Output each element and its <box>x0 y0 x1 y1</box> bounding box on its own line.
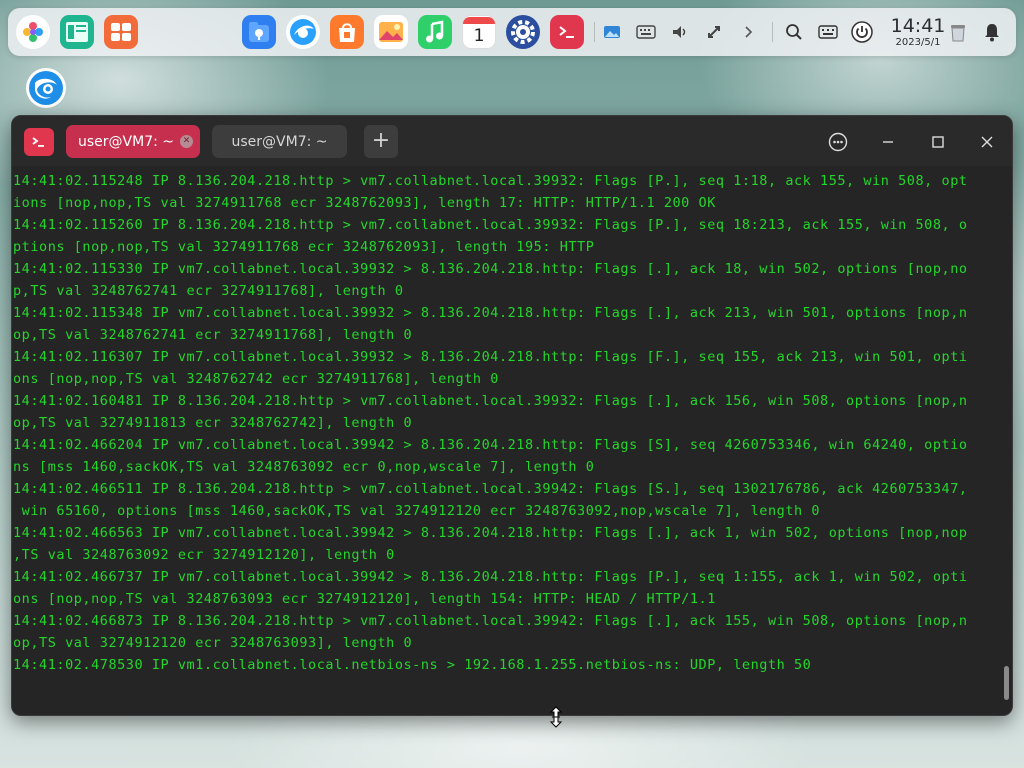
more-options-icon[interactable] <box>825 129 851 155</box>
terminal-line: 14:41:02.160481 IP 8.136.204.218.http > … <box>13 393 968 409</box>
power-icon[interactable] <box>850 20 874 44</box>
terminal-line: op,TS val 3248762741 ecr 3274911768], le… <box>13 327 413 343</box>
trash-icon[interactable] <box>946 20 970 44</box>
terminal-line: ptions [nop,nop,TS val 3274911768 ecr 32… <box>13 239 595 255</box>
tray-separator <box>772 22 773 42</box>
tab-active[interactable]: user@VM7: ~ ✕ <box>66 125 200 158</box>
close-icon[interactable] <box>974 129 1000 155</box>
terminal-line: 14:41:02.466873 IP 8.136.204.218.http > … <box>13 613 968 629</box>
settings-icon[interactable] <box>506 15 540 49</box>
terminal-line: 14:41:02.115248 IP 8.136.204.218.http > … <box>13 173 968 189</box>
terminal-line: ions [nop,nop,TS val 3274911768 ecr 3248… <box>13 195 716 211</box>
terminal-line: 14:41:02.466511 IP 8.136.204.218.http > … <box>13 481 968 497</box>
browser-icon[interactable] <box>286 15 320 49</box>
terminal-line: ons [nop,nop,TS val 3248762742 ecr 32749… <box>13 371 499 387</box>
app-store-icon[interactable] <box>330 15 364 49</box>
keyboard-icon[interactable] <box>634 20 658 44</box>
network-icon[interactable] <box>702 20 726 44</box>
terminal-line: 14:41:02.478530 IP vm1.collabnet.local.n… <box>13 657 812 673</box>
terminal-line: p,TS val 3248762741 ecr 3274911768], len… <box>13 283 404 299</box>
resize-cursor-icon <box>548 706 564 728</box>
terminal-app-icon <box>24 128 54 156</box>
file-manager-icon[interactable] <box>242 15 276 49</box>
chevron-right-icon[interactable] <box>736 20 760 44</box>
terminal-line: win 65160, options [mss 1460,sackOK,TS v… <box>13 503 821 519</box>
terminal-line: ons [nop,nop,TS val 3248763093 ecr 32749… <box>13 591 716 607</box>
terminal-window: user@VM7: ~ ✕ user@VM7: ~ + 14:41:02.115… <box>11 115 1013 716</box>
workspace-icon[interactable] <box>104 15 138 49</box>
clock[interactable]: 14:41 2023/5/1 <box>884 16 952 49</box>
terminal-line: 14:41:02.115348 IP vm7.collabnet.local.3… <box>13 305 968 321</box>
maximize-icon[interactable] <box>925 129 951 155</box>
calendar-header <box>463 16 495 24</box>
terminal-line: 14:41:02.466737 IP vm7.collabnet.local.3… <box>13 569 968 585</box>
minimize-icon[interactable] <box>875 129 901 155</box>
terminal-icon[interactable] <box>550 15 584 49</box>
new-tab-button[interactable]: + <box>364 125 398 158</box>
terminal-line: 14:41:02.116307 IP vm7.collabnet.local.3… <box>13 349 968 365</box>
title-bar[interactable]: user@VM7: ~ ✕ user@VM7: ~ + <box>12 116 1012 166</box>
close-tab-icon[interactable]: ✕ <box>180 135 193 148</box>
terminal-line: 14:41:02.115260 IP 8.136.204.218.http > … <box>13 217 968 233</box>
calendar-icon[interactable]: 1 <box>462 15 496 49</box>
dock-separator <box>594 22 595 42</box>
terminal-line: 14:41:02.466563 IP vm7.collabnet.local.3… <box>13 525 968 541</box>
input-method-icon[interactable] <box>816 20 840 44</box>
terminal-line: ns [mss 1460,sackOK,TS val 3248763092 ec… <box>13 459 595 475</box>
notification-icon[interactable] <box>980 20 1004 44</box>
multitask-icon[interactable] <box>60 15 94 49</box>
search-icon[interactable] <box>782 20 806 44</box>
tab-label: user@VM7: ~ <box>231 133 328 150</box>
terminal-output[interactable]: 14:41:02.115248 IP 8.136.204.218.http > … <box>12 166 1002 715</box>
launcher-icon[interactable] <box>16 15 50 49</box>
screenshot-icon[interactable] <box>600 20 624 44</box>
deepin-logo-icon[interactable] <box>25 67 67 109</box>
dock: 1 14:41 2023/5/1 <box>8 8 1016 56</box>
scrollbar[interactable] <box>1004 666 1009 700</box>
terminal-line: ,TS val 3248763092 ecr 3274912120], leng… <box>13 547 395 563</box>
image-viewer-icon[interactable] <box>374 15 408 49</box>
clock-date: 2023/5/1 <box>895 37 941 48</box>
tab-label: user@VM7: ~ <box>78 133 174 150</box>
calendar-day: 1 <box>473 25 485 46</box>
clock-time: 14:41 <box>890 15 946 37</box>
volume-icon[interactable] <box>668 20 692 44</box>
terminal-line: 14:41:02.115330 IP vm7.collabnet.local.3… <box>13 261 968 277</box>
terminal-line: op,TS val 3274911813 ecr 3248762742], le… <box>13 415 413 431</box>
music-icon[interactable] <box>418 15 452 49</box>
terminal-line: op,TS val 3274912120 ecr 3248763093], le… <box>13 635 413 651</box>
terminal-line: 14:41:02.466204 IP vm7.collabnet.local.3… <box>13 437 968 453</box>
tab-inactive[interactable]: user@VM7: ~ <box>212 125 347 158</box>
